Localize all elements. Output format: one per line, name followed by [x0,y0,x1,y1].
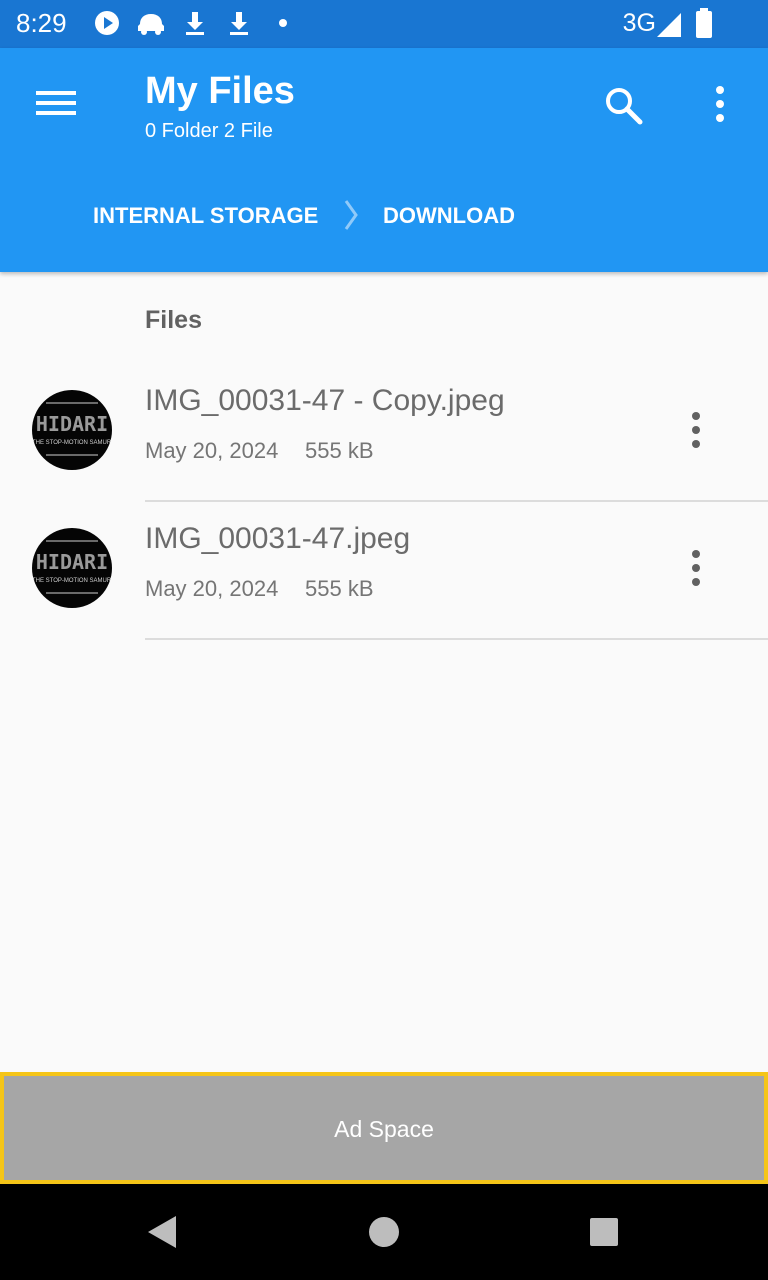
back-icon[interactable] [140,1212,180,1252]
divider [145,500,768,502]
dot-icon [279,19,287,27]
file-size: 555 kB [305,438,374,463]
file-thumbnail: HIDARI THE STOP-MOTION SAMURAI FILM [32,528,112,608]
file-row[interactable]: HIDARI THE STOP-MOTION SAMURAI FILM IMG_… [0,370,768,506]
status-bar: 8:29 3G [0,0,768,48]
car-icon [138,14,164,35]
page-title: My Files [145,70,295,112]
ad-banner[interactable]: Ad Space [0,1072,768,1184]
thumbnail-decoration [46,540,98,542]
signal-icon [657,13,681,37]
breadcrumb-download[interactable]: DOWNLOAD [383,203,515,229]
status-time: 8:29 [16,8,67,38]
chevron-right-icon [344,200,358,230]
more-vert-icon [692,412,700,448]
menu-icon [36,91,76,115]
file-date: May 20, 2024 [145,438,279,463]
overflow-menu-button[interactable] [696,78,744,134]
thumbnail-decoration [46,592,98,594]
more-vert-icon [716,86,724,122]
download-icon [186,12,204,35]
play-icon [95,11,119,35]
file-name: IMG_00031-47 - Copy.jpeg [145,384,505,417]
search-button[interactable] [596,78,652,134]
file-options-button[interactable] [676,538,716,598]
thumbnail-decoration [46,454,98,456]
page-subtitle: 0 Folder 2 File [145,120,273,142]
menu-button[interactable] [26,78,86,128]
recents-icon[interactable] [584,1212,624,1252]
file-date: May 20, 2024 [145,576,279,601]
battery-icon [696,8,712,38]
home-icon[interactable] [364,1212,404,1252]
file-name: IMG_00031-47.jpeg [145,522,411,555]
file-options-button[interactable] [676,400,716,460]
file-row[interactable]: HIDARI THE STOP-MOTION SAMURAI FILM IMG_… [0,508,768,644]
system-nav-bar [0,1184,768,1280]
file-thumbnail: HIDARI THE STOP-MOTION SAMURAI FILM [32,390,112,470]
thumbnail-text: HIDARI [35,412,109,436]
search-icon [606,88,643,125]
app-bar: My Files 0 Folder 2 File INTERNAL STORAG… [0,48,768,272]
section-header: Files [145,306,202,334]
thumbnail-subtext: THE STOP-MOTION SAMURAI FILM [32,440,112,446]
thumbnail-decoration [46,402,98,404]
download-icon [230,12,248,35]
thumbnail-subtext: THE STOP-MOTION SAMURAI FILM [32,578,112,584]
thumbnail-text: HIDARI [35,550,109,574]
file-size: 555 kB [305,576,374,601]
more-vert-icon [692,550,700,586]
breadcrumb-internal-storage[interactable]: INTERNAL STORAGE [93,203,318,229]
ad-label: Ad Space [334,1116,434,1142]
network-type: 3G [622,9,656,37]
divider [145,638,768,640]
